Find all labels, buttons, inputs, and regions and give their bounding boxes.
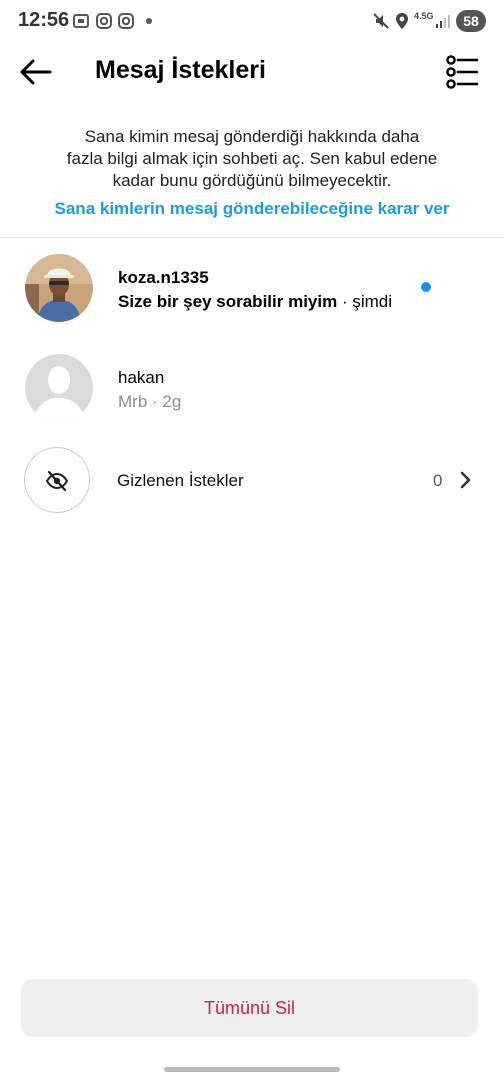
network-type: 4.5G [414,11,434,21]
status-time: 12:56 [18,9,70,31]
filter-button[interactable] [442,54,480,90]
request-username: hakan [118,368,165,387]
eye-off-icon [45,470,69,492]
avatar-placeholder [25,354,93,422]
status-bar: 12:56 4.5G 58 [0,0,504,44]
mute-icon [373,13,389,29]
signal-icon [436,15,450,28]
battery-indicator: 58 [456,10,486,32]
message-settings-link[interactable]: Sana kimlerin mesaj gönderebileceğine ka… [0,199,504,219]
back-button[interactable] [16,54,56,90]
hidden-requests-icon-circle [24,447,90,513]
app-header: Mesaj İstekleri [0,44,504,100]
request-message: Mrb [118,392,148,411]
page-title: Mesaj İstekleri [95,56,266,84]
unread-indicator [421,282,431,292]
screenshot-icon [73,14,89,28]
info-line-3: kadar bunu gördüğünü bilmeyecektir. [112,171,392,190]
request-preview: Mrb · 2g [118,392,181,412]
request-item-koza[interactable]: koza.n1335 Size bir şey sorabilir miyim … [0,238,504,324]
instagram-notification-icon [96,13,112,29]
avatar [25,254,93,322]
home-indicator[interactable] [164,1067,340,1072]
hidden-requests-label: Gizlenen İstekler [117,471,244,490]
hidden-requests-count: 0 [433,471,443,490]
request-message: Size bir şey sorabilir miyim [118,292,338,311]
request-item-hakan[interactable]: hakan Mrb · 2g [0,338,504,424]
delete-all-button[interactable]: Tümünü Sil [21,979,478,1037]
request-time: · 2g [152,392,182,411]
info-line-2: fazla bilgi almak için sohbeti aç. Sen k… [66,149,438,168]
arrow-left-icon [20,59,52,85]
list-filter-icon [446,55,479,89]
request-time: · şimdi [341,292,393,311]
location-icon [396,13,408,29]
requests-info-text: Sana kimin mesaj gönderdiği hakkında dah… [30,126,474,192]
info-line-1: Sana kimin mesaj gönderdiği hakkında dah… [84,127,420,146]
more-notifications-dot [146,18,152,24]
request-preview: Size bir şey sorabilir miyim · şimdi [118,292,392,312]
chevron-right-icon [460,471,471,489]
instagram-notification-icon [118,13,134,29]
request-username: koza.n1335 [118,268,209,287]
hidden-requests-row[interactable]: Gizlenen İstekler 0 [0,440,504,520]
